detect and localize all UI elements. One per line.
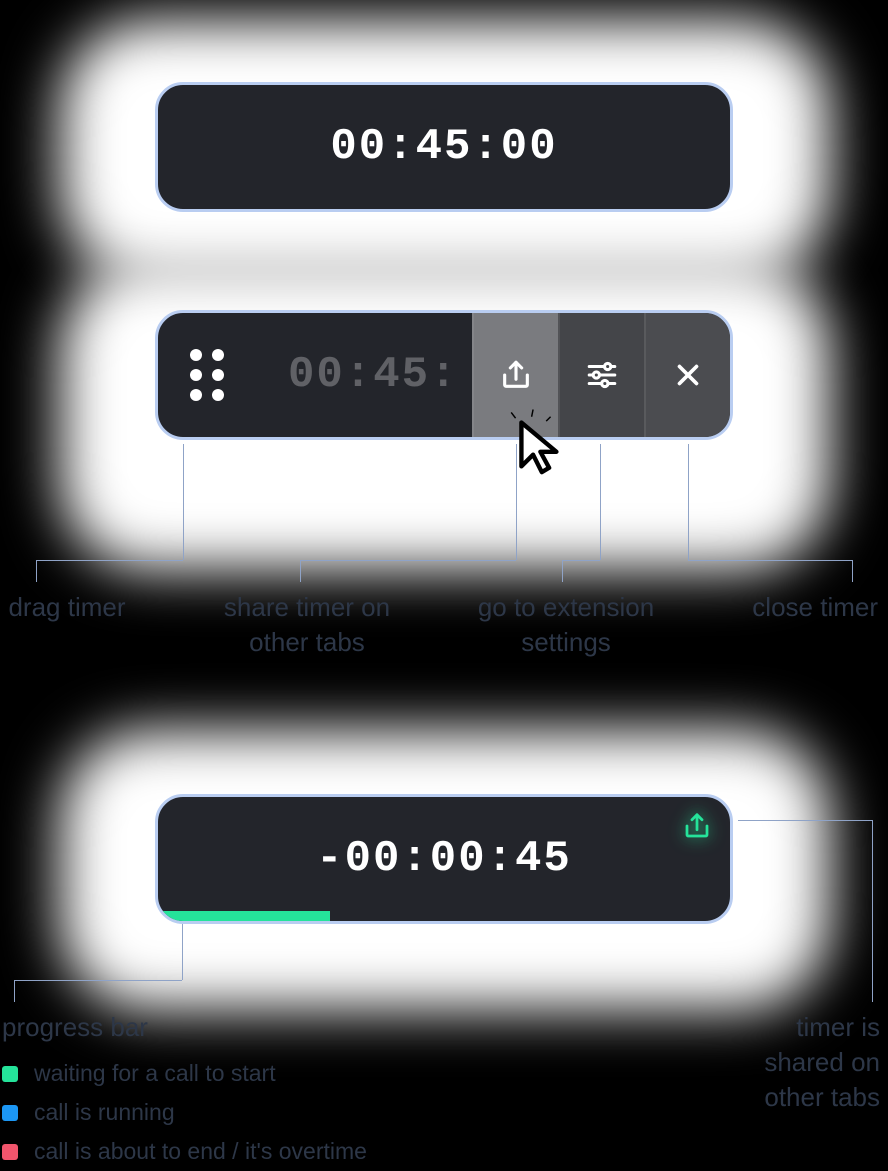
legend-row: call is about to end / it's overtime: [2, 1132, 367, 1171]
drag-dots-icon: [190, 349, 224, 401]
leader-line: [516, 444, 517, 560]
leader-line: [600, 444, 601, 560]
leader-line: [738, 820, 872, 821]
leader-line: [852, 560, 853, 582]
timer-display-running: -00:00:45: [158, 797, 730, 921]
timer-display-idle: 00:45:00: [158, 85, 730, 209]
timer-pill-idle[interactable]: 00:45:00: [155, 82, 733, 212]
label-progress-title: progress bar: [2, 1010, 302, 1045]
leader-line: [300, 560, 301, 582]
leader-line: [36, 560, 183, 561]
legend-text: waiting for a call to start: [34, 1054, 276, 1093]
label-share: share timer on other tabs: [192, 590, 422, 660]
settings-button[interactable]: [558, 313, 644, 437]
label-shared-status: timer is shared on other tabs: [720, 1010, 880, 1115]
swatch-waiting: [2, 1066, 18, 1082]
timer-pill-running[interactable]: -00:00:45: [155, 794, 733, 924]
share-icon: [499, 358, 533, 392]
share-button[interactable]: [472, 313, 558, 437]
leader-line: [688, 560, 852, 561]
drag-handle[interactable]: [180, 313, 234, 437]
controls-group: [472, 313, 730, 437]
legend-row: waiting for a call to start: [2, 1054, 367, 1093]
leader-line: [562, 560, 600, 561]
leader-line: [183, 444, 184, 560]
leader-line: [688, 444, 689, 560]
timer-display-hover: 00:45:: [288, 313, 458, 437]
leader-line: [14, 980, 15, 1002]
leader-line: [872, 820, 873, 1002]
timer-pill-hover[interactable]: 00:45:: [155, 310, 733, 440]
progress-bar: [158, 911, 330, 921]
swatch-running: [2, 1105, 18, 1121]
leader-line: [14, 980, 182, 981]
label-drag: drag timer: [2, 590, 132, 625]
legend-text: call is about to end / it's overtime: [34, 1132, 367, 1171]
leader-line: [182, 924, 183, 980]
leader-line: [300, 560, 516, 561]
legend-text: call is running: [34, 1093, 175, 1132]
leader-line: [562, 560, 563, 582]
close-button[interactable]: [644, 313, 730, 437]
progress-legend: waiting for a call to start call is runn…: [2, 1054, 367, 1171]
label-settings: go to extension settings: [446, 590, 686, 660]
swatch-overtime: [2, 1144, 18, 1160]
sliders-icon: [585, 358, 619, 392]
close-icon: [671, 358, 705, 392]
legend-row: call is running: [2, 1093, 367, 1132]
share-active-icon: [682, 811, 712, 841]
label-close: close timer: [748, 590, 878, 625]
leader-line: [36, 560, 37, 582]
